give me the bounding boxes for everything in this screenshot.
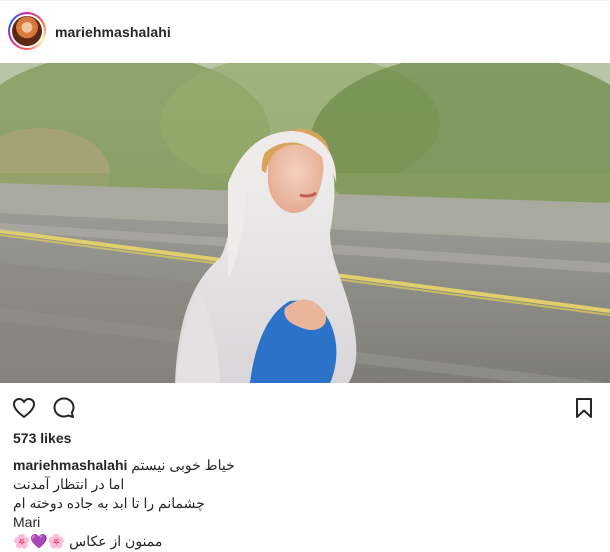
- likes-count[interactable]: 573 likes: [13, 430, 71, 446]
- comment-bubble-icon[interactable]: [51, 395, 77, 421]
- caption-line: اما در انتظار آمدنت: [13, 476, 125, 492]
- caption-username[interactable]: mariehmashalahi: [13, 457, 127, 473]
- photo-scene: [0, 63, 610, 383]
- bookmark-icon[interactable]: [571, 395, 597, 421]
- caption-line: ممنون از عکاس 🌸💜🌸: [13, 533, 163, 549]
- post-header: mariehmashalahi: [0, 1, 610, 63]
- caption: mariehmashalahi خیاط خوبی نیستم اما در ا…: [13, 456, 433, 551]
- caption-row: چشمانم را تا ابد به جاده دوخته ام: [13, 494, 433, 513]
- caption-first-row: mariehmashalahi خیاط خوبی نیستم: [13, 456, 433, 475]
- caption-row: Mari: [13, 513, 433, 532]
- avatar[interactable]: [12, 16, 42, 46]
- caption-line: خیاط خوبی نیستم: [131, 457, 235, 473]
- story-ring[interactable]: [8, 12, 46, 50]
- post-username[interactable]: mariehmashalahi: [55, 24, 171, 40]
- action-bar: [0, 388, 610, 428]
- post-photo[interactable]: [0, 63, 610, 383]
- caption-line: Mari: [13, 514, 41, 530]
- instagram-post: mariehmashalahi 573 likes mariehmashalah…: [0, 0, 610, 552]
- caption-row: ممنون از عکاس 🌸💜🌸: [13, 532, 433, 551]
- caption-row: اما در انتظار آمدنت: [13, 475, 433, 494]
- heart-outline-icon[interactable]: [11, 395, 37, 421]
- avatar-frame: [10, 14, 44, 48]
- caption-line: چشمانم را تا ابد به جاده دوخته ام: [13, 495, 205, 511]
